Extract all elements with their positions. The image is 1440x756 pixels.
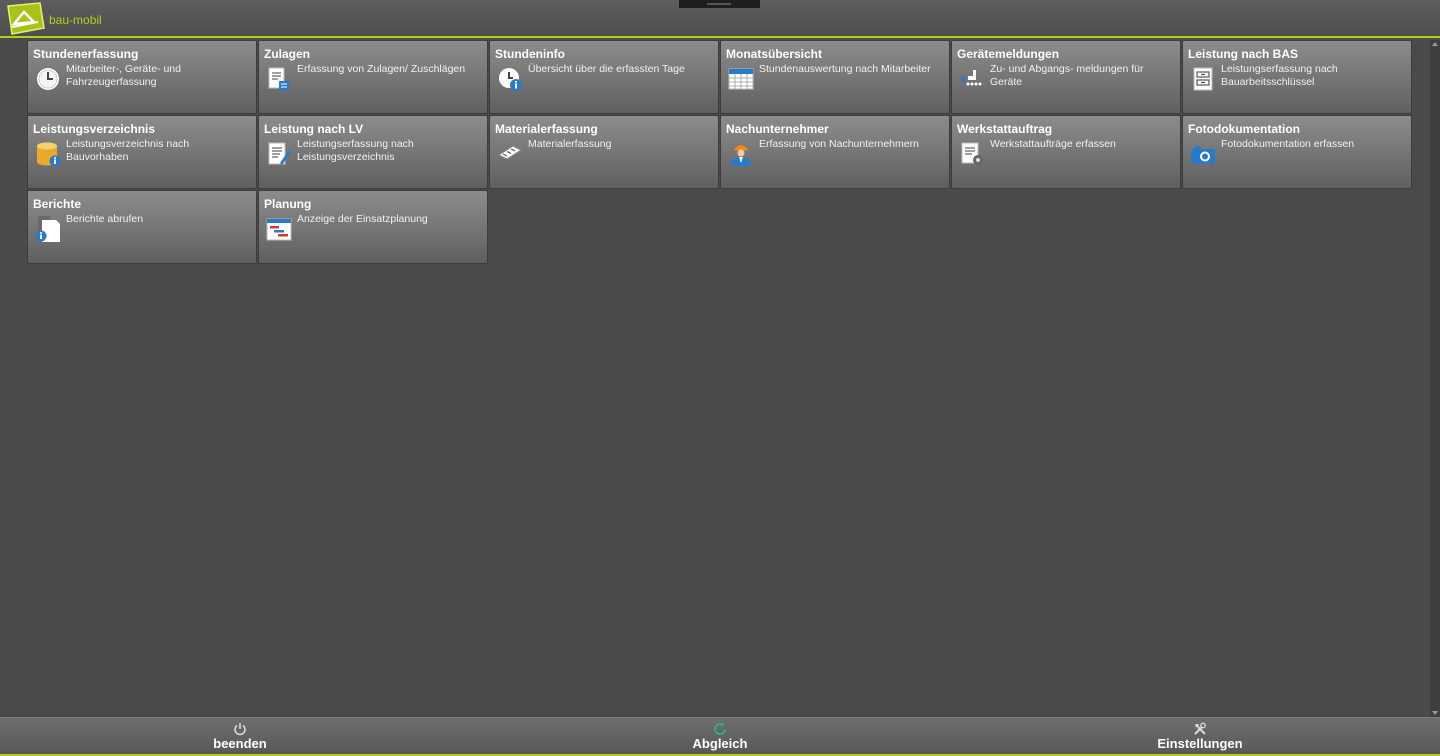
tile-leistungsverzeichnis[interactable]: Leistungsverzeichnis Leistungsverzeichni… bbox=[27, 115, 257, 189]
app-logo-icon bbox=[7, 2, 45, 35]
database-info-icon bbox=[37, 142, 61, 167]
tile-description: Leistungsverzeichnis nach Bauvorhaben bbox=[66, 138, 190, 163]
top-drag-handle[interactable] bbox=[679, 0, 760, 8]
tile-fotodokumentation[interactable]: Fotodokumentation Fotodokumentation erfa… bbox=[1182, 115, 1412, 189]
material-plank-icon bbox=[497, 145, 523, 160]
calendar-grid-icon bbox=[728, 68, 754, 90]
vertical-scrollbar[interactable] bbox=[1430, 40, 1440, 717]
scroll-up-arrow-icon[interactable] bbox=[1432, 42, 1438, 46]
document-edit-icon bbox=[268, 142, 291, 165]
tile-title: Gerätemeldungen bbox=[957, 47, 1060, 61]
quit-label: beenden bbox=[213, 736, 267, 751]
tile-description: Berichte abrufen bbox=[66, 213, 144, 225]
tile-monatsuebersicht[interactable]: Monatsübersicht Stundenauswertung nach M… bbox=[720, 40, 950, 114]
tile-leistung-nach-lv[interactable]: Leistung nach LV Leistungserfassung nach… bbox=[258, 115, 488, 189]
cabinet-icon bbox=[1193, 67, 1213, 91]
tile-description: Leistungserfassung nach Leistungsverzeic… bbox=[297, 138, 414, 163]
tile-title: Leistung nach LV bbox=[264, 122, 364, 136]
header-bar: bau-mobil bbox=[0, 0, 1440, 38]
tile-description: Anzeige der Einsatzplanung bbox=[297, 213, 428, 225]
worker-icon bbox=[731, 145, 751, 166]
tile-title: Monatsübersicht bbox=[726, 47, 823, 61]
document-calculator-icon bbox=[268, 67, 289, 90]
tile-title: Materialerfassung bbox=[495, 122, 598, 136]
tile-description: Stundenauswertung nach Mitarbeiter bbox=[759, 63, 931, 75]
tools-icon bbox=[1194, 722, 1206, 735]
tile-stundeninfo[interactable]: Stundeninfo Übersicht über die erfassten… bbox=[489, 40, 719, 114]
tile-title: Fotodokumentation bbox=[1188, 122, 1300, 136]
tile-berichte[interactable]: Berichte Berichte abrufen bbox=[27, 190, 257, 264]
app-window: bau-mobil Stundenerfassung Mitarbeiter-,… bbox=[0, 0, 1440, 756]
tile-description: Materialerfassung bbox=[528, 138, 612, 150]
tile-description: Erfassung von Nachunternehmern bbox=[759, 138, 919, 150]
tile-leistung-nach-bas[interactable]: Leistung nach BAS Leistungserfassung nac… bbox=[1182, 40, 1412, 114]
clock-info-icon bbox=[499, 68, 522, 91]
tile-title: Leistung nach BAS bbox=[1188, 47, 1299, 61]
tile-title: Leistungsverzeichnis bbox=[33, 122, 156, 136]
tile-title: Nachunternehmer bbox=[726, 122, 829, 136]
sync-label: Abgleich bbox=[692, 736, 748, 751]
tile-title: Planung bbox=[264, 197, 312, 211]
gantt-chart-icon bbox=[266, 218, 292, 241]
power-icon bbox=[234, 723, 246, 736]
tile-stundenerfassung[interactable]: Stundenerfassung Mitarbeiter-, Geräte- u… bbox=[27, 40, 257, 114]
tile-zulagen[interactable]: Zulagen Erfassung von Zulagen/ Zuschläge… bbox=[258, 40, 488, 114]
camera-icon bbox=[1191, 146, 1215, 164]
tile-nachunternehmer[interactable]: Nachunternehmer Erfassung von Nachuntern… bbox=[720, 115, 950, 189]
tile-description: Leistungserfassung nach Bauarbeitsschlüs… bbox=[1221, 63, 1338, 88]
tile-title: Berichte bbox=[33, 197, 82, 211]
document-gear-icon bbox=[961, 142, 983, 165]
settings-button[interactable]: Einstellungen bbox=[1100, 718, 1300, 755]
report-info-icon bbox=[35, 216, 60, 242]
clock-icon bbox=[37, 68, 59, 90]
tile-geraetemeldungen[interactable]: Gerätemeldungen Zu- und Abgangs- meldung… bbox=[951, 40, 1181, 114]
footer-bar: beenden Abgleich Einstellungen bbox=[0, 717, 1440, 756]
tile-description: Erfassung von Zulagen/ Zuschlägen bbox=[297, 63, 466, 75]
tile-planung[interactable]: Planung Anzeige der Einsatzplanung bbox=[258, 190, 488, 264]
tile-materialerfassung[interactable]: Materialerfassung Materialerfassung bbox=[489, 115, 719, 189]
tile-description: Zu- und Abgangs- meldungen für Geräte bbox=[990, 63, 1144, 88]
equipment-arrow-icon bbox=[960, 70, 982, 86]
sync-button[interactable]: Abgleich bbox=[620, 718, 820, 755]
tile-description: Mitarbeiter-, Geräte- und Fahrzeugerfass… bbox=[66, 63, 181, 88]
settings-label: Einstellungen bbox=[1157, 736, 1243, 751]
tile-description: Werkstattaufträge erfassen bbox=[990, 138, 1116, 150]
app-title: bau-mobil bbox=[49, 13, 102, 27]
quit-button[interactable]: beenden bbox=[140, 718, 340, 755]
tile-title: Zulagen bbox=[264, 47, 311, 61]
tile-title: Stundenerfassung bbox=[33, 47, 139, 61]
tile-werkstattauftrag[interactable]: Werkstattauftrag Werkstattaufträge erfas… bbox=[951, 115, 1181, 189]
tile-title: Stundeninfo bbox=[495, 47, 565, 61]
tile-description: Übersicht über die erfassten Tage bbox=[528, 63, 685, 75]
tile-title: Werkstattauftrag bbox=[957, 122, 1053, 136]
tile-description: Fotodokumentation erfassen bbox=[1221, 138, 1355, 150]
sync-icon bbox=[714, 722, 726, 735]
scroll-down-arrow-icon[interactable] bbox=[1432, 711, 1438, 715]
